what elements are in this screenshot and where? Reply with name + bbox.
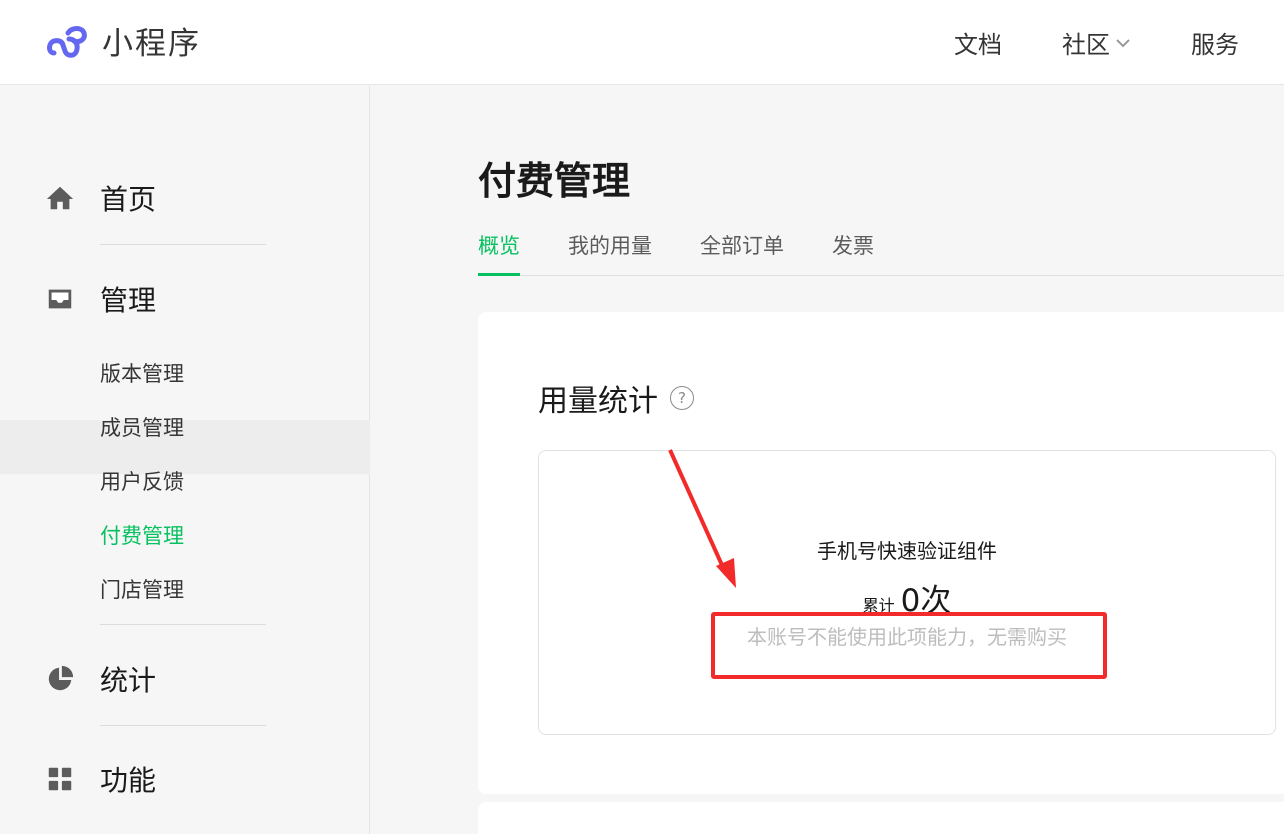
annotation-arrow [668, 449, 736, 588]
usage-card: 手机号快速验证组件 累计 0次 本账号不能使用此项能力，无需购买 [538, 450, 1276, 735]
page-title: 付费管理 [478, 159, 631, 203]
section-title-label: 用量统计 [538, 384, 658, 419]
tab-overview[interactable]: 概览 [478, 230, 520, 276]
logo[interactable]: 小程序 [44, 18, 201, 63]
tab-invoice[interactable]: 发票 [832, 230, 874, 276]
nav-community[interactable]: 社区 [1062, 25, 1132, 60]
tab-all-orders[interactable]: 全部订单 [700, 230, 784, 276]
tab-bar: 概览 我的用量 全部订单 发票 [478, 230, 1284, 276]
sidebar-item-home[interactable]: 首页 [44, 178, 156, 218]
sidebar-item-manage-label: 管理 [100, 284, 157, 317]
usage-card-name: 手机号快速验证组件 [817, 539, 997, 563]
nav-community-label: 社区 [1062, 31, 1110, 59]
sidebar-item-manage[interactable]: 管理 [44, 279, 156, 319]
sidebar-item-features[interactable]: 功能 [44, 759, 156, 799]
sidebar-item-features-label: 功能 [100, 764, 157, 797]
grid-icon [44, 763, 76, 795]
logo-text: 小程序 [102, 26, 201, 62]
sidebar-item-home-label: 首页 [100, 183, 157, 216]
sidebar-divider [100, 725, 266, 726]
sidebar-active-highlight [0, 420, 370, 474]
sidebar-item-members[interactable]: 成员管理 [100, 412, 184, 442]
sidebar-item-feedback[interactable]: 用户反馈 [100, 466, 184, 496]
nav-docs[interactable]: 文档 [954, 25, 1002, 60]
sidebar-item-stores[interactable]: 门店管理 [100, 574, 184, 604]
inbox-icon [44, 283, 76, 315]
annotation-highlight-box [711, 612, 1107, 679]
pie-chart-icon [44, 663, 76, 695]
top-bar: 小程序 文档 社区 服务 [0, 0, 1284, 85]
help-icon[interactable]: ? [670, 386, 694, 410]
nav-service[interactable]: 服务 [1191, 25, 1239, 60]
home-icon [44, 182, 76, 214]
sidebar-item-stats-label: 统计 [100, 664, 157, 697]
section-title: 用量统计 ? [538, 376, 694, 420]
chevron-down-icon [1116, 38, 1130, 47]
sidebar-divider [100, 624, 266, 625]
miniprogram-logo-icon [47, 25, 87, 58]
sidebar-item-version[interactable]: 版本管理 [100, 358, 184, 388]
next-panel [478, 802, 1284, 834]
sidebar-item-stats[interactable]: 统计 [44, 659, 156, 699]
sidebar-divider [100, 244, 266, 245]
sidebar-item-payment[interactable]: 付费管理 [100, 520, 184, 550]
tab-my-usage[interactable]: 我的用量 [568, 230, 652, 276]
